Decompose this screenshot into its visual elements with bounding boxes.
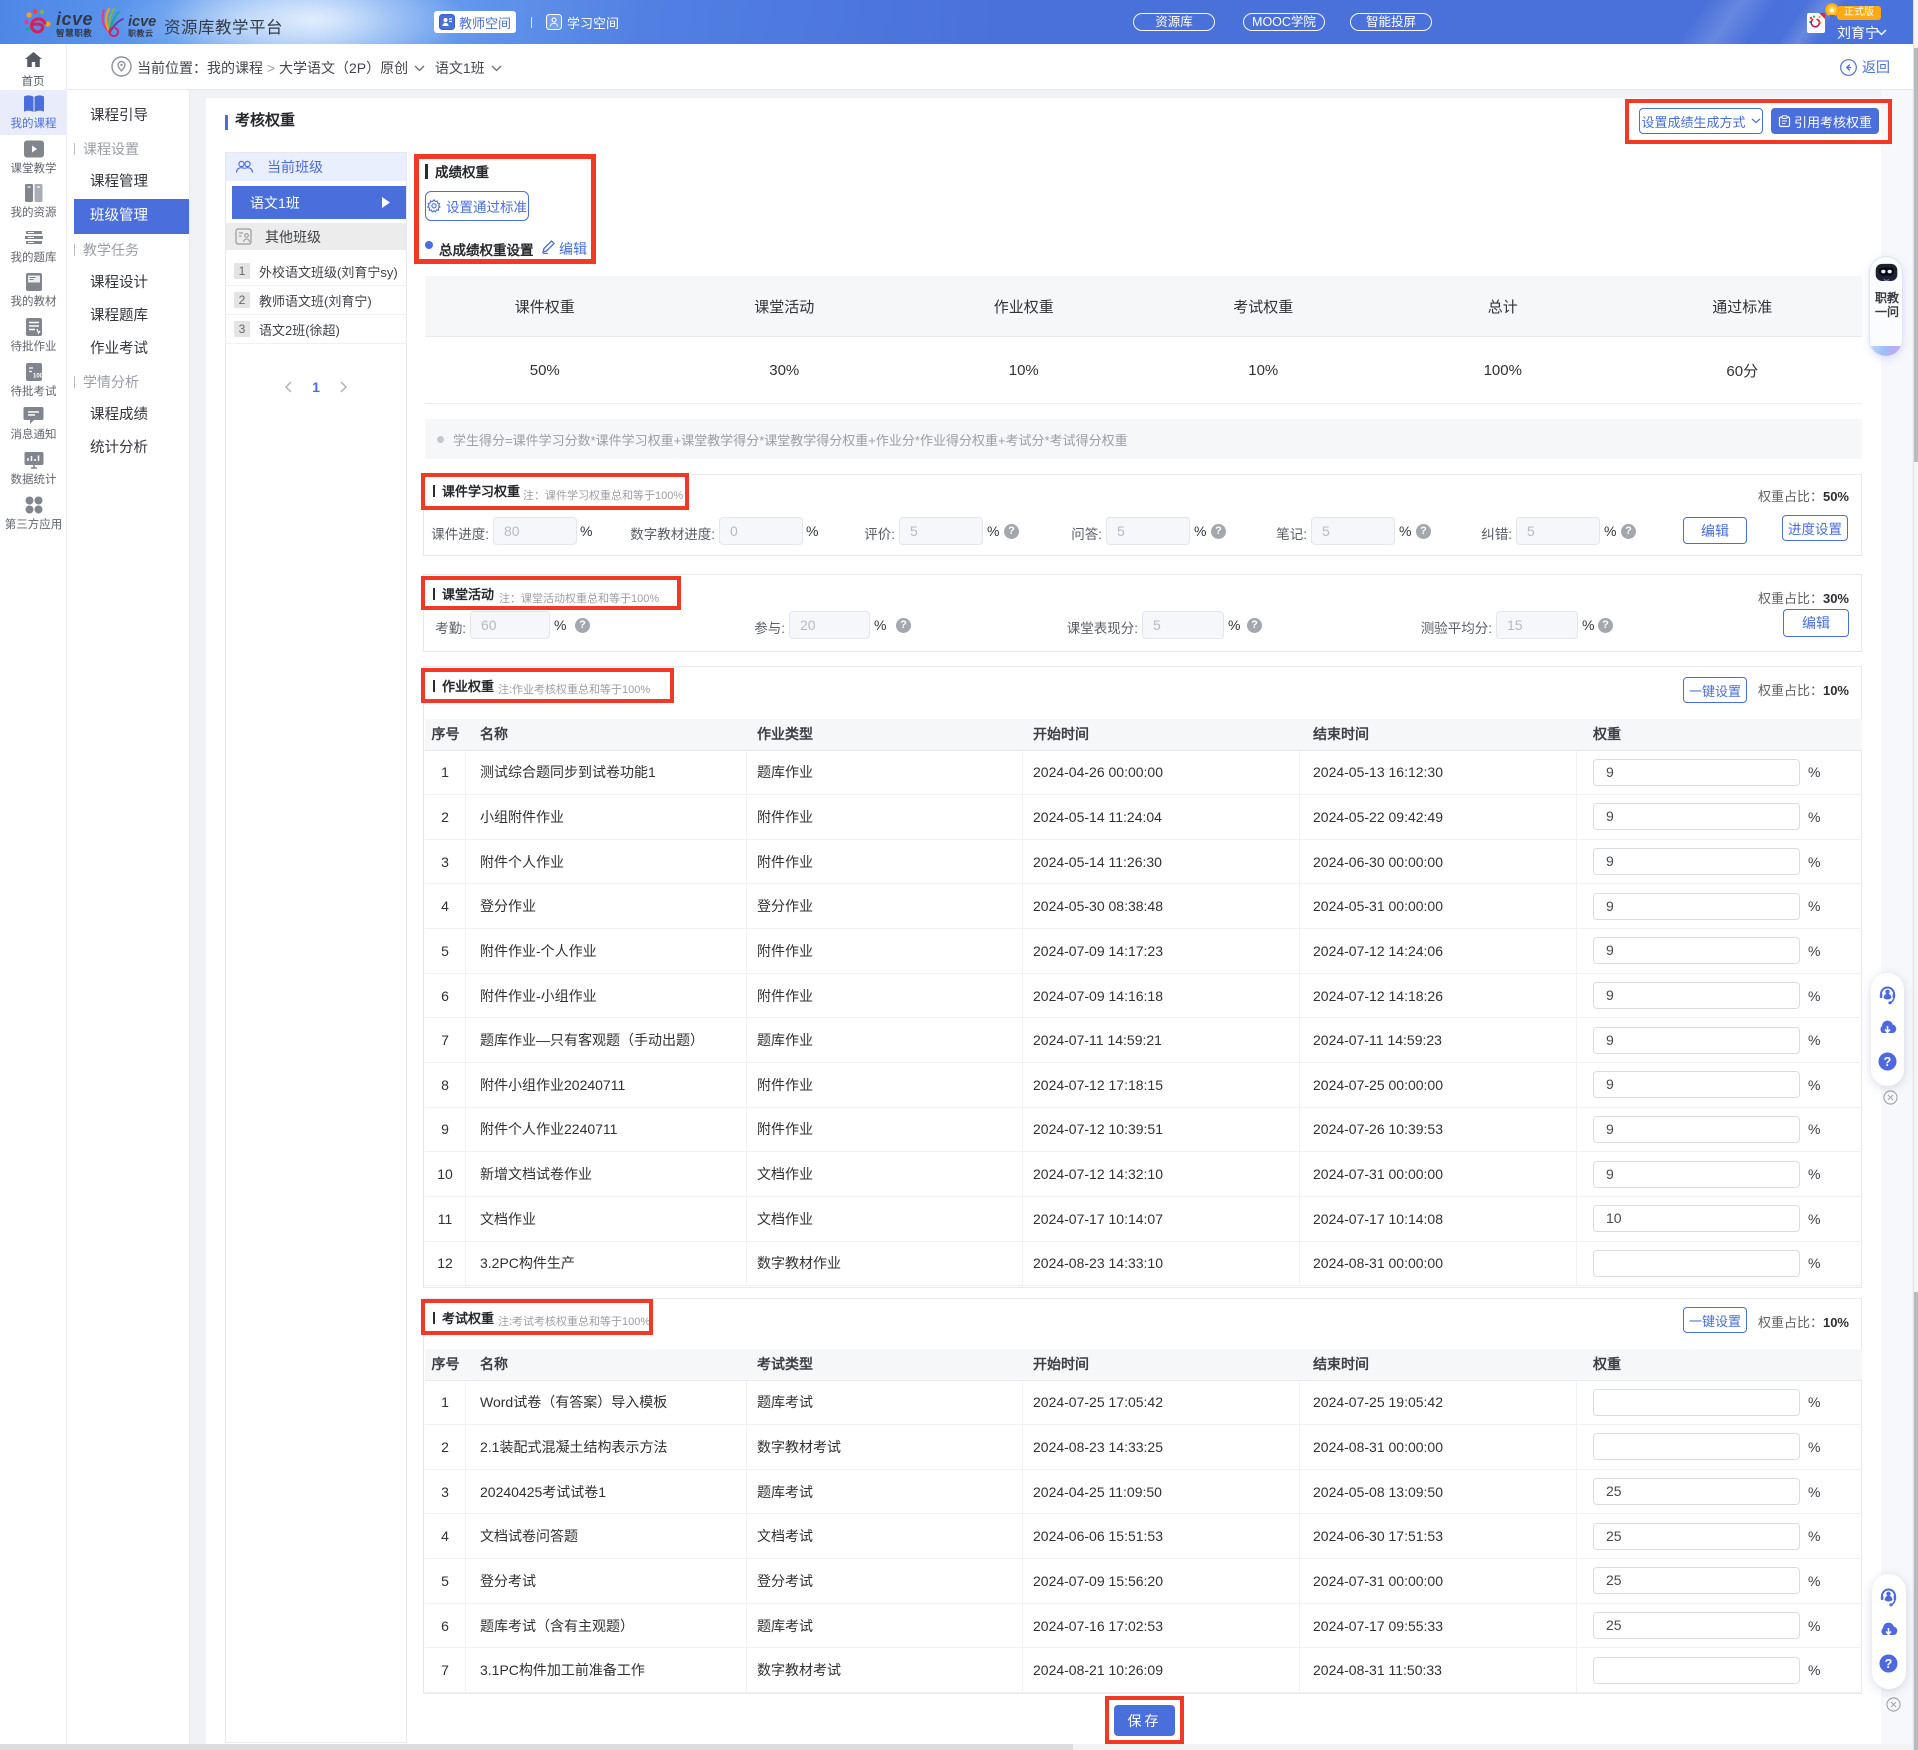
svg-text:?: ? <box>1885 1657 1893 1671</box>
svg-text:?: ? <box>1884 1055 1892 1069</box>
svg-text:100: 100 <box>33 373 44 379</box>
